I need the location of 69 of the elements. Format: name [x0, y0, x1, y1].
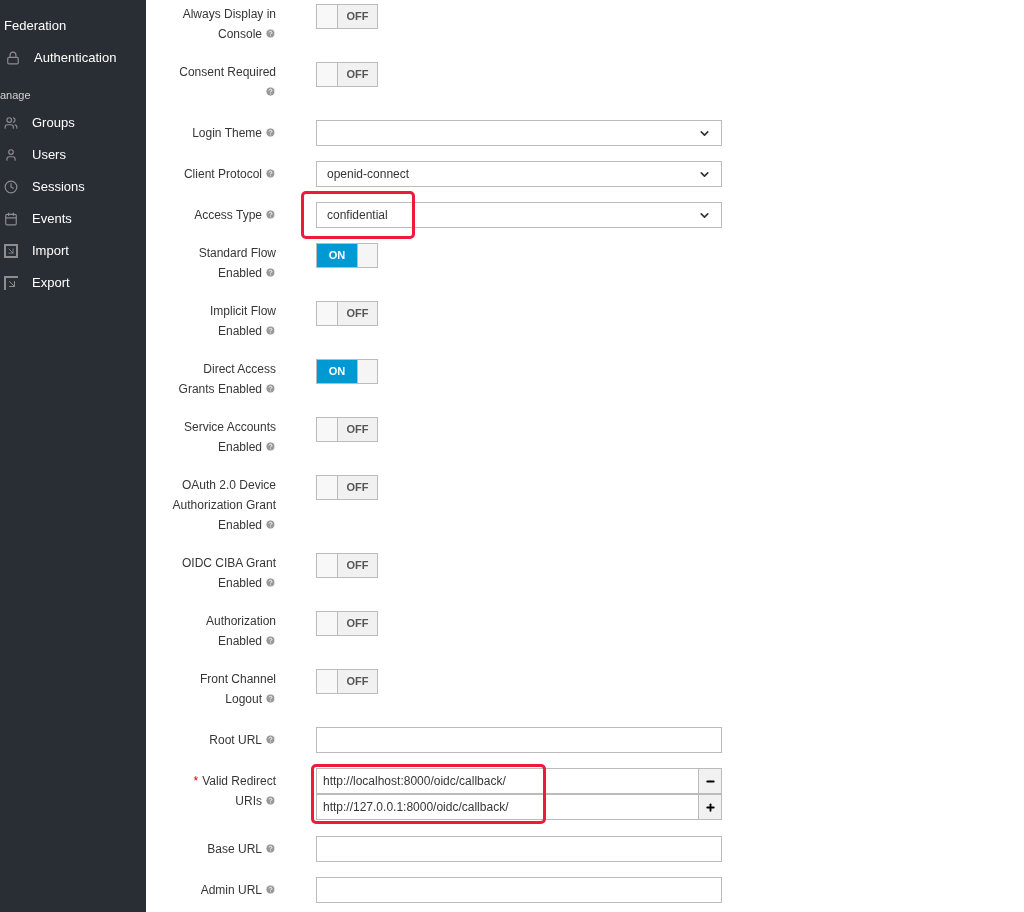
toggle-switch[interactable]: OFF: [316, 475, 378, 500]
toggle-switch[interactable]: OFF: [316, 669, 378, 694]
import-icon: [4, 244, 18, 258]
field-label: OIDC CIBA Grant Enabled: [181, 556, 276, 590]
sidebar-item[interactable]: Federation: [0, 10, 146, 42]
field-label: Service Accounts Enabled: [183, 420, 276, 454]
field-label: Direct Access Grants Enabled: [178, 362, 276, 396]
help-icon[interactable]: [265, 267, 276, 278]
help-icon[interactable]: [265, 693, 276, 704]
toggle-switch[interactable]: OFF: [316, 301, 378, 326]
calendar-icon: [4, 212, 18, 226]
text-field[interactable]: [316, 877, 722, 903]
field-label: Access Type: [194, 208, 276, 222]
help-icon[interactable]: [265, 734, 276, 745]
sidebar-item[interactable]: Events: [0, 203, 146, 235]
field-label: Login Theme: [192, 126, 276, 140]
field-label: Always Display in Console: [182, 7, 276, 41]
user-icon: [4, 148, 18, 162]
remove-button[interactable]: [699, 768, 722, 794]
field-label: OAuth 2.0 Device Authorization Grant Enabled: [172, 478, 276, 532]
field-label: Standard Flow Enabled: [198, 246, 276, 280]
toggle-switch[interactable]: OFF: [316, 4, 378, 29]
plus-icon: [704, 801, 716, 813]
lock-icon: [6, 51, 20, 65]
field-label: Client Protocol: [183, 167, 276, 181]
help-icon[interactable]: [265, 884, 276, 895]
select-field[interactable]: confidential: [316, 202, 722, 228]
sidebar-item[interactable]: Groups: [0, 107, 146, 139]
export-icon: [4, 276, 18, 290]
toggle-switch[interactable]: OFF: [316, 417, 378, 442]
field-label: Root URL: [209, 733, 276, 747]
help-icon[interactable]: [265, 325, 276, 336]
help-icon[interactable]: [265, 86, 276, 97]
select-field[interactable]: openid-connect: [316, 161, 722, 187]
help-icon[interactable]: [265, 843, 276, 854]
section-heading: anage: [0, 88, 32, 101]
url-field[interactable]: http://127.0.0.1:8000/oidc/callback/: [316, 794, 699, 820]
help-icon[interactable]: [265, 635, 276, 646]
help-icon[interactable]: [265, 383, 276, 394]
field-label: Admin URL: [200, 883, 276, 897]
field-label: Consent Required: [179, 65, 276, 99]
help-icon[interactable]: [265, 519, 276, 530]
field-label: Front Channel Logout: [199, 672, 276, 706]
help-icon[interactable]: [265, 168, 276, 179]
sidebar-item[interactable]: Import: [0, 235, 146, 267]
toggle-switch[interactable]: OFF: [316, 553, 378, 578]
sidebar-item[interactable]: Export: [0, 267, 146, 299]
text-field[interactable]: [316, 727, 722, 753]
add-button[interactable]: [699, 794, 722, 820]
sidebar-item[interactable]: Authentication: [0, 42, 146, 74]
field-label: Authorization Enabled: [205, 614, 276, 648]
select-field[interactable]: [316, 120, 722, 146]
help-icon[interactable]: [265, 441, 276, 452]
toggle-switch[interactable]: OFF: [316, 611, 378, 636]
sidebar-item[interactable]: Sessions: [0, 171, 146, 203]
toggle-switch[interactable]: OFF: [316, 62, 378, 87]
help-icon[interactable]: [265, 577, 276, 588]
sidebar-item[interactable]: Users: [0, 139, 146, 171]
text-field[interactable]: [316, 836, 722, 862]
url-field[interactable]: http://localhost:8000/oidc/callback/: [316, 768, 699, 794]
field-label: * Valid Redirect URIs: [193, 774, 276, 808]
users-icon: [4, 116, 18, 130]
help-icon[interactable]: [265, 127, 276, 138]
field-label: Base URL: [207, 842, 276, 856]
help-icon[interactable]: [265, 209, 276, 220]
clock-icon: [4, 180, 18, 194]
help-icon[interactable]: [265, 28, 276, 39]
field-label: Implicit Flow Enabled: [210, 304, 276, 338]
help-icon[interactable]: [265, 795, 276, 806]
